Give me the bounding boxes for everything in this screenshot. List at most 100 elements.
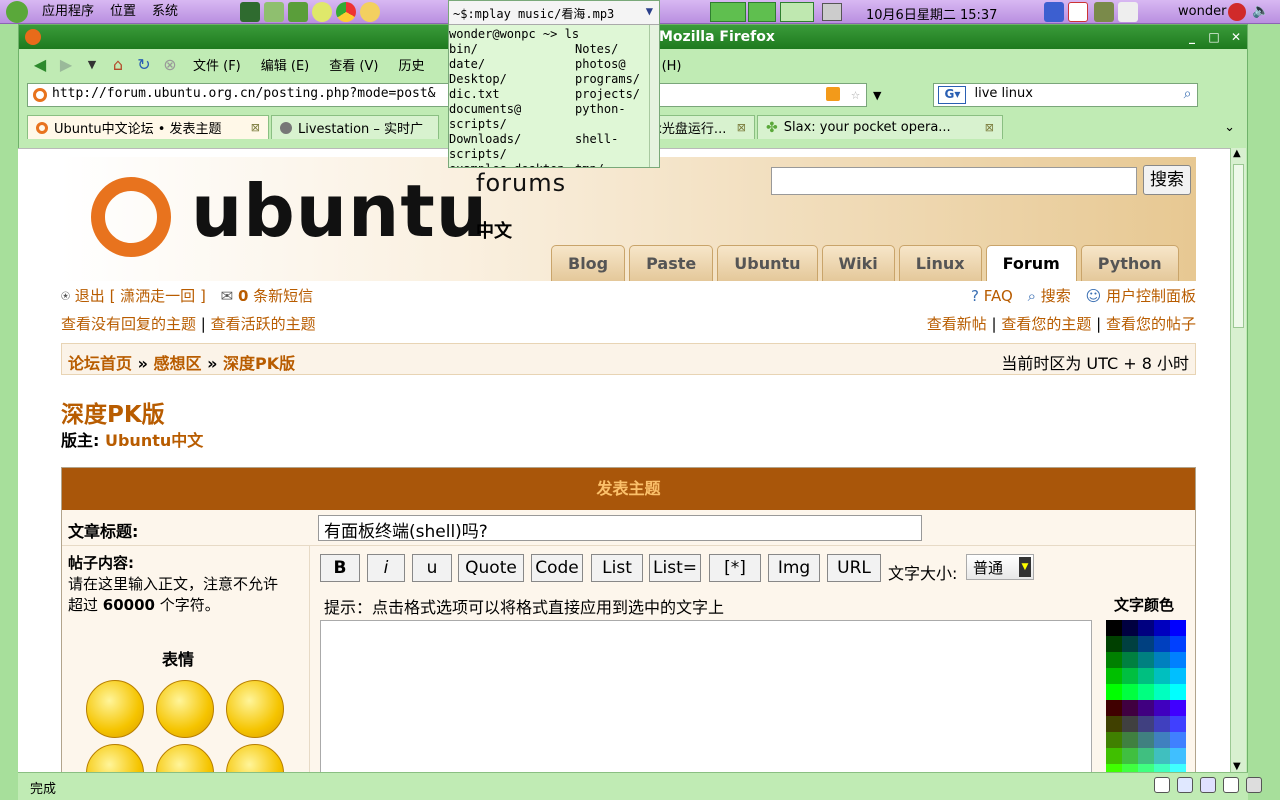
user-panel-link[interactable]: 用户控制面板 [1106, 287, 1196, 305]
tab-list-chevron-icon[interactable]: ⌄ [1224, 120, 1235, 135]
color-swatch[interactable] [1170, 716, 1186, 732]
system-monitor-icon[interactable] [1118, 2, 1138, 22]
magnifier-icon[interactable]: ⌕ [1184, 86, 1192, 102]
color-swatch[interactable] [1138, 716, 1154, 732]
site-search-button[interactable]: 搜索 [1143, 165, 1191, 195]
color-swatch[interactable] [1154, 684, 1170, 700]
search-link[interactable]: 搜索 [1041, 287, 1071, 305]
color-swatch[interactable] [1106, 652, 1122, 668]
color-swatch[interactable] [1170, 668, 1186, 684]
bookmark-star-icon[interactable]: ☆ [851, 85, 860, 103]
underline-button[interactable]: u [412, 554, 452, 582]
color-swatch[interactable] [1106, 684, 1122, 700]
color-swatch[interactable] [1170, 732, 1186, 748]
terminal-popup[interactable]: ~$:mplay music/看海.mp3 ▼ wonder@wonpc ~> … [448, 0, 660, 168]
applications-menu[interactable]: 应用程序 [34, 0, 102, 24]
forum-title[interactable]: 深度PK版 [61, 395, 165, 429]
site-tab-ubuntu[interactable]: Ubuntu [717, 245, 818, 281]
user-name[interactable]: wonder [1178, 4, 1226, 19]
media-player-icon[interactable] [312, 1, 333, 22]
unanswered-link[interactable]: 查看没有回复的主题 [61, 315, 196, 333]
stop-icon[interactable]: ⊗ [157, 52, 183, 76]
color-swatch[interactable] [1122, 668, 1138, 684]
smiley-laugh-icon[interactable] [156, 744, 214, 772]
gmail-icon[interactable] [1068, 2, 1088, 22]
maximize-button[interactable]: □ [1205, 29, 1223, 45]
firefox-launcher-icon[interactable] [688, 2, 708, 22]
close-button[interactable]: ✕ [1227, 29, 1245, 45]
site-tab-forum[interactable]: Forum [985, 245, 1077, 281]
forward-icon[interactable]: ▶ [53, 52, 79, 76]
italic-button[interactable]: i [367, 554, 405, 582]
places-menu[interactable]: 位置 [102, 0, 144, 24]
site-search-input[interactable] [771, 167, 1137, 195]
smiley-grin-icon[interactable] [86, 744, 144, 772]
list-button[interactable]: List [591, 554, 643, 582]
color-swatch[interactable] [1154, 652, 1170, 668]
color-swatch[interactable] [1138, 668, 1154, 684]
scroll-thumb[interactable] [1233, 164, 1244, 328]
new-posts-link[interactable]: 查看新帖 [927, 315, 987, 333]
message-count[interactable]: 0 [238, 287, 248, 305]
pinyin-icon[interactable] [1223, 777, 1239, 793]
color-swatch[interactable] [1122, 620, 1138, 636]
firefox-task-icon[interactable] [748, 2, 776, 22]
color-swatch[interactable] [1122, 652, 1138, 668]
image-button[interactable]: Img [768, 554, 820, 582]
home-icon[interactable]: ⌂ [105, 52, 131, 76]
tab-close-icon[interactable]: ⊠ [985, 121, 994, 134]
color-swatch[interactable] [1154, 700, 1170, 716]
url-dropdown-icon[interactable]: ▼ [873, 89, 881, 102]
color-swatch[interactable] [1138, 684, 1154, 700]
code-button[interactable]: Code [531, 554, 583, 582]
site-tab-wiki[interactable]: Wiki [821, 245, 895, 281]
color-swatch[interactable] [1122, 732, 1138, 748]
breadcrumb-home[interactable]: 论坛首页 [68, 354, 132, 373]
notes-icon[interactable] [1044, 2, 1064, 22]
menu-file[interactable]: 文件 (F) [183, 55, 251, 74]
your-topics-link[interactable]: 查看您的主题 [1001, 315, 1091, 333]
tab-slax[interactable]: ✤ Slax: your pocket opera... ⊠ [757, 115, 1003, 139]
color-swatch[interactable] [1122, 748, 1138, 764]
minimize-button[interactable]: _ [1183, 29, 1201, 45]
terminal-launcher-icon[interactable] [288, 1, 309, 22]
color-swatch[interactable] [1138, 732, 1154, 748]
scroll-up-icon[interactable]: ▲ [1233, 148, 1241, 159]
input-method-icon[interactable] [1177, 777, 1193, 793]
tab-close-icon[interactable]: ⊠ [251, 121, 260, 134]
color-swatch[interactable] [1122, 700, 1138, 716]
smiley-tongue-icon[interactable] [156, 680, 214, 738]
color-swatch[interactable] [1138, 620, 1154, 636]
clock[interactable]: 10月6日星期二 15:37 [866, 4, 997, 23]
faq-link[interactable]: FAQ [984, 287, 1013, 305]
keyboard-icon[interactable] [1246, 777, 1262, 793]
breadcrumb-category[interactable]: 感想区 [154, 354, 202, 373]
color-swatch[interactable] [1122, 636, 1138, 652]
chrome-icon[interactable] [336, 1, 357, 22]
tux-icon[interactable] [1154, 777, 1170, 793]
search-engine-icon[interactable]: G▾ [938, 86, 967, 104]
url-bar[interactable]: http://forum.ubuntu.org.cn/posting.php?m… [27, 83, 867, 107]
ubuntu-logo-icon[interactable] [91, 177, 171, 257]
color-swatch[interactable] [1106, 716, 1122, 732]
color-swatch[interactable] [1154, 732, 1170, 748]
tab-livestation[interactable]: Livestation – 实时广 [271, 115, 439, 139]
workspace-switcher[interactable] [780, 2, 814, 22]
color-swatch[interactable] [1122, 764, 1138, 772]
network-icon[interactable] [1094, 2, 1114, 22]
smiley-cry-icon[interactable] [226, 744, 284, 772]
color-swatch[interactable] [1138, 748, 1154, 764]
color-swatch[interactable] [1154, 716, 1170, 732]
system-menu[interactable]: 系统 [144, 0, 186, 24]
scroll-down-icon[interactable]: ▼ [1233, 761, 1241, 772]
site-tab-linux[interactable]: Linux [898, 245, 982, 281]
smiley-wink-icon[interactable] [226, 680, 284, 738]
workspace-1[interactable] [710, 2, 746, 22]
logo-wordmark[interactable]: ubuntu [191, 169, 488, 253]
color-swatch[interactable] [1138, 636, 1154, 652]
bold-button[interactable]: B [320, 554, 360, 582]
your-posts-link[interactable]: 查看您的帖子 [1106, 315, 1196, 333]
color-swatch[interactable] [1154, 764, 1170, 772]
menu-history[interactable]: 历史 [388, 55, 434, 74]
shutdown-icon[interactable] [1228, 3, 1246, 21]
